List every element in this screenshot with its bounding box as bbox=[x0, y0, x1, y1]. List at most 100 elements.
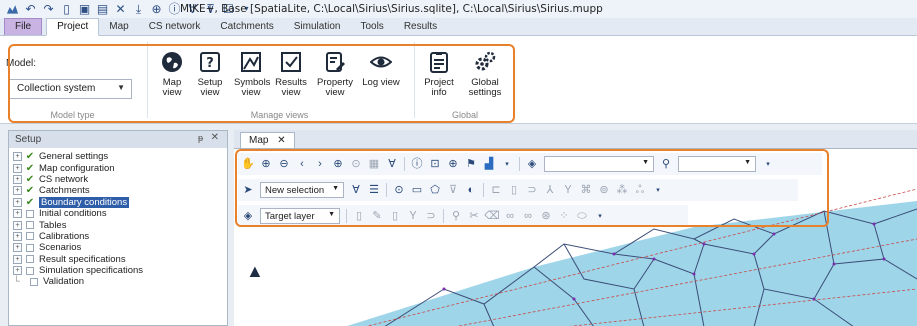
chart-icon[interactable]: ▟ bbox=[483, 158, 495, 170]
layers-icon[interactable]: ◈ bbox=[526, 158, 538, 170]
clear-selection-icon[interactable]: ⊽ bbox=[447, 184, 459, 196]
zoom-layer-icon[interactable]: ▦ bbox=[368, 158, 380, 170]
vertex-icon[interactable]: ⚲ bbox=[450, 210, 462, 222]
delete-icon[interactable]: ▯ bbox=[389, 210, 401, 222]
coordinate-icon[interactable]: ⊕ bbox=[447, 158, 459, 170]
search-icon[interactable]: ⚲ bbox=[660, 158, 672, 170]
close-icon[interactable]: ✕ bbox=[211, 132, 219, 143]
target-layer-select[interactable]: Target layer ▼ bbox=[260, 208, 340, 224]
global-settings-button[interactable]: Global settings bbox=[463, 44, 507, 98]
select-arrow-icon[interactable]: ➤ bbox=[242, 184, 254, 196]
tab-file[interactable]: File bbox=[4, 18, 43, 35]
expand-icon[interactable]: + bbox=[13, 186, 22, 196]
split-icon[interactable]: Ｙ bbox=[407, 210, 419, 222]
layer-select[interactable]: ▼ bbox=[544, 156, 654, 172]
edit-icon[interactable]: ✎ bbox=[371, 210, 383, 222]
expand-icon[interactable]: + bbox=[13, 197, 22, 207]
select-point-icon[interactable]: ⊙ bbox=[393, 184, 405, 196]
network-icon[interactable]: ⁂ bbox=[616, 184, 628, 196]
chevron-down-icon[interactable]: ▾ bbox=[652, 184, 664, 196]
zoom-to-selection-icon[interactable]: ⊙ bbox=[350, 158, 362, 170]
offset-icon[interactable]: ⊛ bbox=[540, 210, 552, 222]
branch-icon[interactable]: ஃ bbox=[634, 184, 646, 196]
add-feature-icon[interactable]: ▯ bbox=[353, 210, 365, 222]
pin-icon[interactable]: ᵽ bbox=[198, 133, 203, 143]
tree-item-result-specifications[interactable]: + Result specifications bbox=[13, 254, 227, 265]
pan-icon[interactable]: ✋ bbox=[241, 158, 255, 170]
save-icon[interactable]: ▤ bbox=[96, 3, 109, 16]
expand-icon[interactable]: + bbox=[13, 254, 22, 264]
filter-icon[interactable]: ∀ bbox=[386, 158, 398, 170]
dots-icon[interactable]: ⁘ bbox=[558, 210, 570, 222]
tab-cs-network[interactable]: CS network bbox=[139, 19, 211, 35]
zoom-out-icon[interactable]: ⊖ bbox=[278, 158, 290, 170]
flag-icon[interactable]: ⚑ bbox=[465, 158, 477, 170]
open-file-icon[interactable]: ▣ bbox=[78, 3, 91, 16]
chevron-down-icon[interactable]: ▾ bbox=[594, 210, 606, 222]
results-view-button[interactable]: Results view bbox=[274, 44, 308, 98]
close-icon[interactable]: ✕ bbox=[114, 3, 127, 16]
select-rectangle-icon[interactable]: ▭ bbox=[411, 184, 423, 196]
globe-icon[interactable]: ⊕ bbox=[150, 3, 163, 16]
selection-mode-select[interactable]: New selection ▼ bbox=[260, 182, 344, 198]
path-icon[interactable]: ⌘ bbox=[580, 184, 592, 196]
import-icon[interactable]: ⤓ bbox=[132, 3, 145, 16]
selection-filter-icon[interactable]: ∀ bbox=[350, 184, 362, 196]
tab-simulation[interactable]: Simulation bbox=[284, 19, 351, 35]
tree-item-boundary-conditions[interactable]: + ✔ Boundary conditions bbox=[13, 196, 227, 208]
tree-item-scenarios[interactable]: + Scenarios bbox=[13, 242, 227, 253]
upstream-icon[interactable]: ⅄ bbox=[544, 184, 556, 196]
setup-view-button[interactable]: ? Setup view bbox=[194, 44, 226, 98]
expand-icon[interactable]: + bbox=[13, 220, 22, 230]
full-extent-icon[interactable]: ⊕ bbox=[332, 158, 344, 170]
chevron-down-icon[interactable]: ▾ bbox=[501, 158, 513, 170]
shape-icon[interactable]: ⬭ bbox=[576, 210, 588, 222]
snap-icon[interactable]: ∞ bbox=[522, 210, 534, 222]
tab-results[interactable]: Results bbox=[394, 19, 447, 35]
close-icon[interactable]: ✕ bbox=[277, 135, 285, 146]
select-polygon-icon[interactable]: ⬠ bbox=[429, 184, 441, 196]
tree-item-calibrations[interactable]: + Calibrations bbox=[13, 231, 227, 242]
expand-icon[interactable]: + bbox=[13, 243, 22, 253]
tab-tools[interactable]: Tools bbox=[350, 19, 393, 35]
tree-item-catchments[interactable]: + ✔ Catchments bbox=[13, 185, 227, 196]
tree-item-general-settings[interactable]: + ✔ General settings bbox=[13, 151, 227, 162]
next-extent-icon[interactable]: › bbox=[314, 158, 326, 170]
info-icon[interactable]: ⓘ bbox=[411, 158, 423, 170]
connect-icon[interactable]: ⊃ bbox=[526, 184, 538, 196]
cut-icon[interactable]: ✂ bbox=[468, 210, 480, 222]
tab-project[interactable]: Project bbox=[46, 18, 100, 36]
trace-icon[interactable]: ⊏ bbox=[490, 184, 502, 196]
expand-icon[interactable]: + bbox=[13, 209, 22, 219]
identify-icon[interactable]: ⊡ bbox=[429, 158, 441, 170]
chevron-down-icon[interactable]: ▾ bbox=[762, 158, 774, 170]
tree-item-cs-network[interactable]: + ✔ CS network bbox=[13, 174, 227, 185]
property-view-button[interactable]: Property view bbox=[316, 44, 354, 98]
symbols-view-button[interactable]: Symbols view bbox=[234, 44, 270, 98]
undo-icon[interactable]: ↶ bbox=[24, 3, 37, 16]
new-file-icon[interactable]: ▯ bbox=[60, 3, 73, 16]
app-logo-icon[interactable] bbox=[6, 3, 19, 16]
expand-icon[interactable]: + bbox=[13, 174, 22, 184]
tree-item-tables[interactable]: + Tables bbox=[13, 219, 227, 231]
tab-map[interactable]: Map bbox=[99, 19, 138, 35]
expand-icon[interactable]: + bbox=[13, 266, 22, 276]
zoom-in-icon[interactable]: ⊕ bbox=[260, 158, 272, 170]
expand-icon[interactable]: + bbox=[13, 152, 22, 162]
map-view-button[interactable]: Map view bbox=[152, 44, 192, 98]
delete-icon[interactable]: ▯ bbox=[508, 184, 520, 196]
invert-selection-icon[interactable]: ◐ bbox=[465, 184, 477, 196]
layers-icon[interactable]: ◈ bbox=[242, 210, 254, 222]
model-type-select[interactable]: Collection system ▼ bbox=[8, 79, 132, 99]
downstream-icon[interactable]: Ｙ bbox=[562, 184, 574, 196]
tree-item-map-configuration[interactable]: + ✔ Map configuration bbox=[13, 162, 227, 174]
expand-icon[interactable]: + bbox=[13, 163, 22, 173]
list-icon[interactable]: ☰ bbox=[368, 184, 380, 196]
tree-item-initial-conditions[interactable]: + Initial conditions bbox=[13, 208, 227, 219]
log-view-button[interactable]: Log view bbox=[358, 44, 404, 88]
tree-item-simulation-specifications[interactable]: + Simulation specifications bbox=[13, 265, 227, 276]
link-icon[interactable]: ⊚ bbox=[598, 184, 610, 196]
map-canvas[interactable]: ▲ ✋ ⊕ ⊖ ‹ › ⊕ ⊙ ▦ ∀ ⓘ ⊡ ⊕ ⚑ ▟ ▾ ◈ ▼ ⚲ ▼ … bbox=[234, 148, 917, 326]
merge-icon[interactable]: ⊃ bbox=[425, 210, 437, 222]
project-info-button[interactable]: Project info bbox=[421, 44, 457, 98]
